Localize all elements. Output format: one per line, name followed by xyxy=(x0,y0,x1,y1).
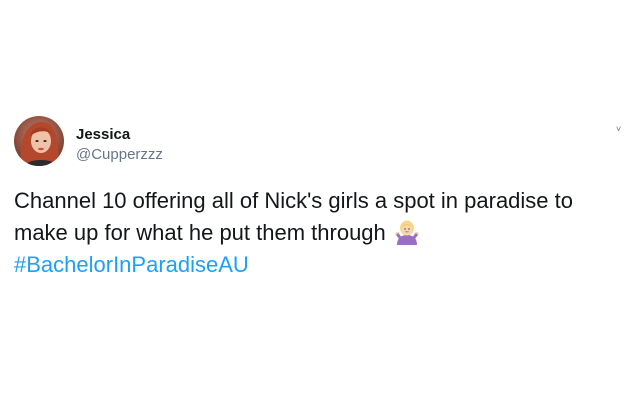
author-display-name[interactable]: Jessica xyxy=(76,126,130,144)
author-handle[interactable]: @Cupperzzz xyxy=(76,146,163,164)
tweet-card: Jessica @Cupperzzz ˅ Channel 10 offering… xyxy=(0,0,625,415)
person-shrugging-emoji-icon xyxy=(394,219,420,245)
tweet-text: Channel 10 offering all of Nick's girls … xyxy=(14,185,619,281)
hashtag-link[interactable]: #BachelorInParadiseAU xyxy=(14,249,619,281)
chevron-down-icon[interactable]: ˅ xyxy=(616,124,621,134)
tweet-text-line: Channel 10 offering all of Nick's girls … xyxy=(14,188,573,213)
tweet-text-line: make up for what he put them through xyxy=(14,217,619,249)
avatar-image xyxy=(14,116,64,166)
tweet-text-line-content: make up for what he put them through xyxy=(14,220,386,245)
avatar[interactable] xyxy=(14,116,64,166)
